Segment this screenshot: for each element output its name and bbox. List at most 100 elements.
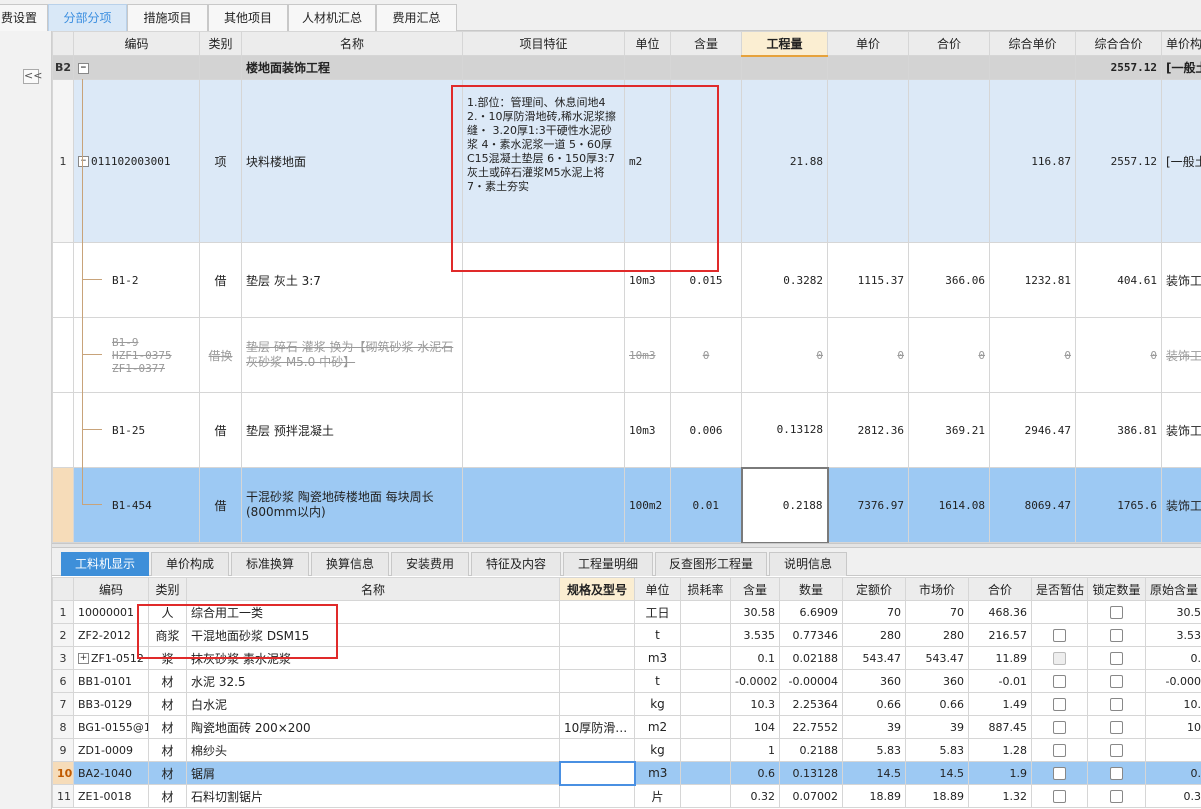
lock-qty-checkbox[interactable] — [1110, 743, 1123, 757]
qty-cell[interactable]: 0 — [741, 317, 828, 393]
price-comp-cell[interactable]: 装饰工程 — [1161, 317, 1201, 393]
name-cell[interactable]: 抹灰砂浆 素水泥浆 — [186, 646, 560, 670]
name-cell[interactable]: 块料楼地面 — [241, 79, 463, 243]
lock-qty-cell[interactable] — [1087, 715, 1146, 739]
quota-price-cell[interactable]: 0.66 — [842, 692, 906, 716]
row-header[interactable]: 8 — [52, 715, 74, 739]
comp-price-cell[interactable]: 8069.47 — [989, 467, 1076, 543]
lock-qty-cell[interactable] — [1087, 692, 1146, 716]
total-cell[interactable]: 1.32 — [968, 784, 1032, 808]
price-comp-cell[interactable]: 装饰工程 — [1161, 467, 1201, 543]
content-cell[interactable]: 30.58 — [730, 600, 780, 624]
type-cell[interactable]: 材 — [148, 692, 187, 716]
feature-cell[interactable] — [462, 317, 625, 393]
content-cell[interactable]: 0.006 — [670, 392, 742, 468]
type-cell[interactable]: 材 — [148, 761, 187, 785]
qty-cell[interactable]: 0.3282 — [741, 242, 828, 318]
lock-qty-checkbox[interactable] — [1110, 697, 1123, 711]
col-header-unit[interactable]: 单位 — [624, 31, 671, 56]
qty-cell-editing[interactable]: 0.2188 — [740, 466, 829, 544]
content-cell[interactable]: 1 — [730, 738, 780, 762]
market-price-cell[interactable]: 39 — [905, 715, 969, 739]
material-row[interactable]: 11 ZE1-0018 材石料切割锯片片 0.32 0.07002 18.89 18.89 1… — [52, 784, 1201, 808]
price-cell[interactable]: 7376.97 — [827, 467, 909, 543]
orig-content-cell[interactable]: 0.32 — [1145, 784, 1201, 808]
total-cell[interactable]: 1.9 — [968, 761, 1032, 785]
code-cell[interactable]: ZF2-2012 — [73, 623, 149, 647]
content-cell[interactable]: 0.01 — [670, 467, 742, 543]
row-header[interactable] — [52, 467, 74, 543]
tab-other-items[interactable]: 其他项目 — [208, 4, 288, 31]
orig-content-cell[interactable]: 104 — [1145, 715, 1201, 739]
col-header-market-price[interactable]: 市场价 — [905, 577, 969, 601]
quota-price-cell[interactable]: 70 — [842, 600, 906, 624]
code-cell[interactable]: BB1-0101 — [73, 669, 149, 693]
market-price-cell[interactable]: 5.83 — [905, 738, 969, 762]
total-cell[interactable]: 468.36 — [968, 600, 1032, 624]
provisional-cell[interactable] — [1031, 669, 1088, 693]
loss-cell[interactable] — [680, 646, 731, 670]
quota-price-cell[interactable]: 280 — [842, 623, 906, 647]
unit-cell[interactable]: t — [634, 669, 681, 693]
row-header[interactable]: 6 — [52, 669, 74, 693]
spec-cell[interactable]: 10厚防滑… — [559, 715, 635, 739]
col-header-name[interactable]: 名称 — [186, 577, 560, 601]
lock-qty-checkbox[interactable] — [1110, 789, 1123, 803]
spec-cell[interactable] — [558, 760, 636, 786]
orig-content-cell[interactable]: 0.1 — [1145, 646, 1201, 670]
code-cell[interactable]: B1-9 HZF1-0375 ZF1-0377 — [73, 317, 200, 393]
content-cell[interactable]: 0 — [670, 317, 742, 393]
type-cell[interactable]: 人 — [148, 600, 187, 624]
code-cell[interactable]: ZD1-0009 — [73, 738, 149, 762]
feature-cell[interactable] — [462, 392, 625, 468]
qty-cell[interactable]: 6.6909 — [779, 600, 843, 624]
market-price-cell[interactable]: 360 — [905, 669, 969, 693]
total-cell[interactable]: 216.57 — [968, 623, 1032, 647]
lock-qty-cell[interactable] — [1087, 784, 1146, 808]
price-comp-cell[interactable]: [一般土 — [1161, 55, 1201, 80]
lock-qty-checkbox[interactable] — [1110, 605, 1123, 619]
content-cell[interactable]: 0.015 — [670, 242, 742, 318]
name-cell[interactable]: 垫层 预拌混凝土 — [241, 392, 463, 468]
comp-total-cell[interactable]: 1765.6 — [1075, 467, 1162, 543]
provisional-cell[interactable] — [1031, 715, 1088, 739]
col-header-total[interactable]: 合价 — [968, 577, 1032, 601]
spec-cell[interactable] — [559, 784, 635, 808]
code-cell[interactable]: BG1-0155@1 — [73, 715, 149, 739]
tab-labor-material-display[interactable]: 工料机显示 — [61, 552, 149, 576]
loss-cell[interactable] — [680, 761, 731, 785]
unit-cell[interactable]: 10m3 — [624, 392, 671, 468]
col-header-orig-content[interactable]: 原始含量 — [1145, 577, 1201, 601]
provisional-checkbox[interactable] — [1053, 697, 1066, 711]
unit-cell[interactable]: 100m2 — [624, 467, 671, 543]
name-cell[interactable]: 棉纱头 — [186, 738, 560, 762]
name-cell[interactable]: 水泥 32.5 — [186, 669, 560, 693]
row-header[interactable] — [52, 242, 74, 318]
total-cell[interactable]: 369.21 — [908, 392, 990, 468]
price-comp-cell[interactable]: 装饰工程 — [1161, 392, 1201, 468]
row-header[interactable]: 3 — [52, 646, 74, 670]
collapse-toggle-icon[interactable]: − — [78, 156, 89, 167]
unit-cell[interactable]: kg — [634, 738, 681, 762]
comp-price-cell[interactable]: 116.87 — [989, 79, 1076, 243]
code-cell[interactable]: BA2-1040 — [73, 761, 149, 785]
col-header-lock-qty[interactable]: 锁定数量 — [1087, 577, 1146, 601]
content-cell[interactable]: -0.0002 — [730, 669, 780, 693]
spec-cell[interactable] — [559, 669, 635, 693]
type-cell[interactable]: 借 — [199, 242, 242, 318]
row-header[interactable]: 9 — [52, 738, 74, 762]
loss-cell[interactable] — [680, 623, 731, 647]
unit-cell[interactable]: 片 — [634, 784, 681, 808]
code-cell[interactable]: B1-454 — [73, 467, 200, 543]
name-cell[interactable]: 白水泥 — [186, 692, 560, 716]
lock-qty-cell[interactable] — [1087, 669, 1146, 693]
unit-cell[interactable]: m3 — [634, 761, 681, 785]
content-cell[interactable]: 3.535 — [730, 623, 780, 647]
lock-qty-cell[interactable] — [1087, 623, 1146, 647]
spec-cell[interactable] — [559, 600, 635, 624]
content-cell[interactable]: 10.3 — [730, 692, 780, 716]
code-cell[interactable]: + ZF1-0512 — [73, 646, 149, 670]
row-header[interactable]: 11 — [52, 784, 74, 808]
name-cell[interactable]: 垫层 碎石 灌浆 换为【砌筑砂浆 水泥石灰砂浆 M5.0 中砂】 — [241, 317, 463, 393]
col-header-code[interactable]: 编码 — [73, 31, 200, 56]
